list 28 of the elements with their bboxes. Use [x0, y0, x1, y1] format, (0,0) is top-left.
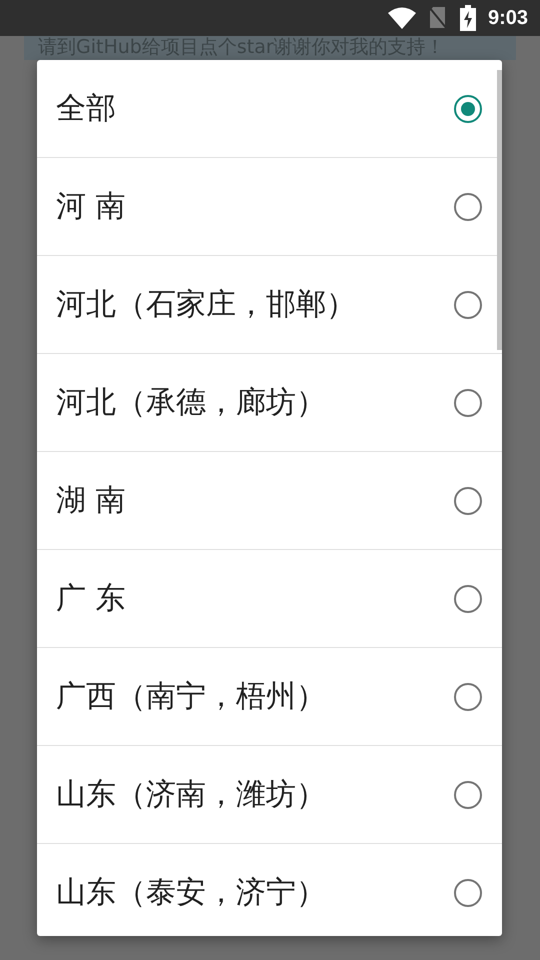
- option-label: 湖 南: [56, 482, 126, 520]
- status-time: 9:03: [488, 6, 528, 30]
- option-label: 广 东: [56, 580, 126, 618]
- option-row[interactable]: 山东（泰安，济宁）: [37, 844, 502, 936]
- option-row[interactable]: 山东（济南，潍坊）: [37, 746, 502, 844]
- option-label: 河 南: [56, 188, 126, 226]
- battery-charging-icon: [460, 5, 476, 31]
- option-label: 广西（南宁，梧州）: [56, 678, 326, 716]
- option-label: 河北（石家庄，邯郸）: [56, 286, 356, 324]
- radio-button[interactable]: [454, 486, 482, 514]
- radio-button[interactable]: [454, 682, 482, 710]
- option-row[interactable]: 广 东: [37, 550, 502, 648]
- option-label: 山东（济南，潍坊）: [56, 776, 326, 814]
- radio-button[interactable]: [454, 780, 482, 808]
- option-label: 河北（承德，廊坊）: [56, 384, 326, 422]
- option-row[interactable]: 河北（承德，廊坊）: [37, 354, 502, 452]
- option-label: 山东（泰安，济宁）: [56, 874, 326, 912]
- radio-button[interactable]: [454, 290, 482, 318]
- option-label: 全部: [56, 90, 116, 128]
- option-row[interactable]: 广西（南宁，梧州）: [37, 648, 502, 746]
- radio-button[interactable]: [454, 878, 482, 906]
- radio-button[interactable]: [454, 584, 482, 612]
- wifi-icon: [388, 7, 416, 29]
- radio-button[interactable]: [454, 192, 482, 220]
- radio-button[interactable]: [454, 388, 482, 416]
- no-sim-icon: [428, 6, 448, 30]
- option-row[interactable]: 湖 南: [37, 452, 502, 550]
- radio-button[interactable]: [454, 94, 482, 122]
